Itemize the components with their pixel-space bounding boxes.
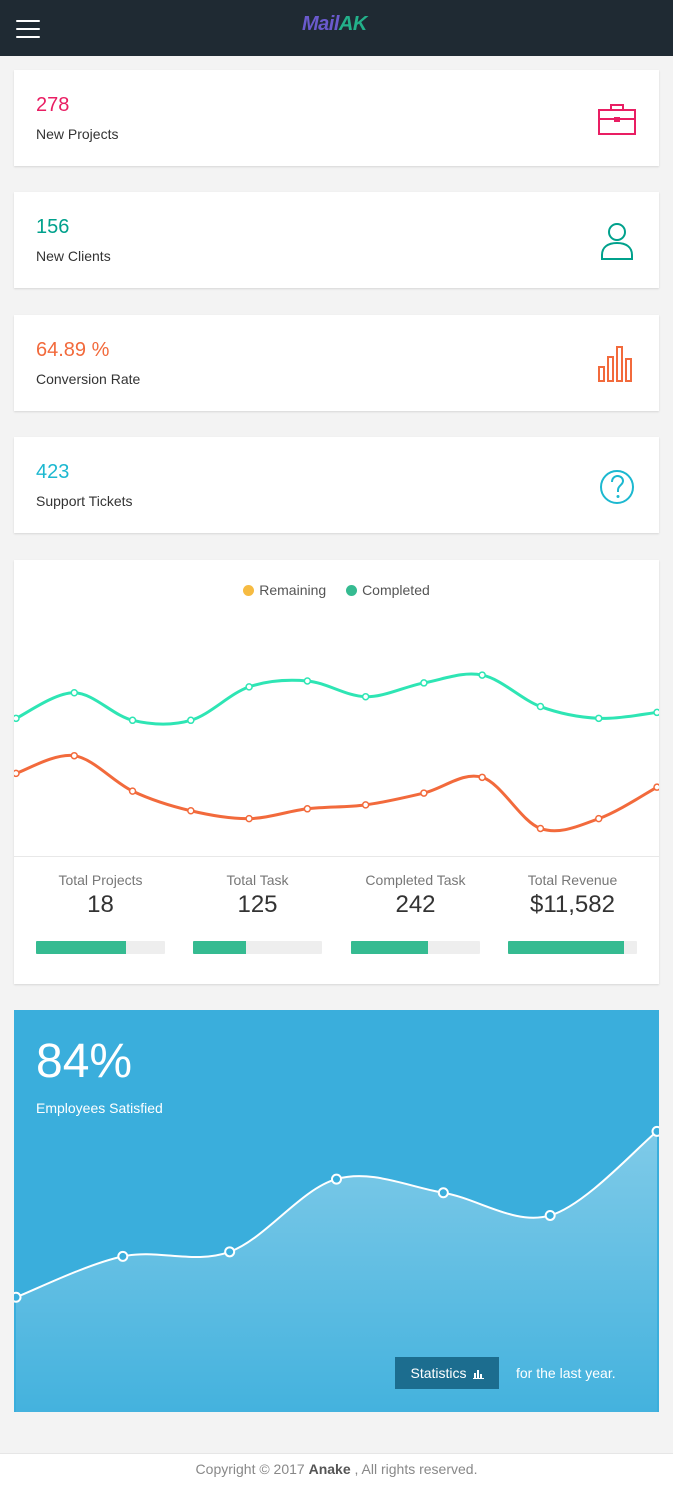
metric-label: Completed Task [365,872,466,888]
legend-dot-remaining [243,585,255,596]
legend-item-remaining[interactable]: Remaining [243,582,326,598]
stat-label: New Clients [36,248,111,264]
stat-value: 156 [36,216,70,238]
employee-satisfaction-card: 84% Employees Satisfied Statistics for t… [14,1010,659,1412]
data-point-completed[interactable] [594,714,603,723]
stat-value: 423 [36,461,70,483]
metric-value: $11,582 [530,891,615,918]
statistics-button[interactable]: Statistics [395,1357,499,1389]
data-point-completed[interactable] [361,692,370,701]
data-point-completed[interactable] [128,716,137,725]
progress-bar-total-task [193,941,322,954]
data-point-remaining[interactable] [187,807,195,815]
user-icon [601,223,633,260]
data-point-remaining[interactable] [303,805,312,813]
hamburger-menu-icon[interactable] [16,20,40,38]
area-data-point[interactable] [651,1125,660,1137]
stat-value: 64.89 % [36,339,110,361]
legend-dot-completed [346,585,358,596]
area-data-point[interactable] [117,1250,129,1262]
divider [14,856,659,857]
top-navbar: MailAK [0,0,673,56]
company-link[interactable]: Anake [309,1461,351,1477]
progress-bar-total-projects [36,941,165,954]
stat-label: Conversion Rate [36,371,141,387]
progress-fill [351,941,429,954]
metric-total-projects: Total Projects 18 [36,872,165,919]
rights-text: , All rights reserved. [354,1461,478,1477]
progress-fill [508,941,625,954]
metric-total-task: Total Task 125 [193,872,322,919]
stat-label: New Projects [36,126,119,142]
metric-value: 18 [87,891,114,918]
data-point-completed[interactable] [70,689,79,697]
data-point-completed[interactable] [478,671,486,679]
stat-value: 278 [36,94,70,116]
progress-bar-completed-task [351,941,480,954]
chart-legend: Remaining Completed [14,582,659,598]
question-circle-icon [600,470,634,504]
area-data-point[interactable] [14,1291,22,1303]
data-point-remaining[interactable] [594,814,603,823]
legend-item-completed[interactable]: Completed [346,582,430,598]
area-data-point[interactable] [544,1209,556,1221]
metric-label: Total Task [226,872,289,888]
period-text: for the last year. [516,1365,616,1381]
footer: Copyright © 2017 Anake , All rights rese… [0,1453,673,1485]
data-point-remaining[interactable] [70,751,79,760]
stat-card-support-tickets: 423 Support Tickets [14,437,659,533]
bar-chart-icon [472,1370,484,1379]
data-point-remaining[interactable] [361,801,370,809]
metric-completed-task: Completed Task 242 [351,872,480,919]
stat-card-new-projects: 278 New Projects [14,70,659,166]
data-point-remaining[interactable] [14,769,20,778]
data-point-completed[interactable] [245,683,253,691]
data-point-completed[interactable] [303,677,312,685]
stat-label: Support Tickets [36,493,133,509]
satisfaction-label: Employees Satisfied [36,1100,163,1116]
logo[interactable]: MailAK [302,13,367,36]
metric-value: 242 [395,891,436,918]
copyright-text: Copyright © 2017 [195,1461,305,1477]
project-chart-card: Remaining Completed Total Projects 18 To… [14,560,659,984]
area-data-point[interactable] [331,1173,342,1185]
metric-total-revenue: Total Revenue $11,582 [508,872,637,919]
line-chart [14,671,659,833]
data-point-remaining[interactable] [478,773,486,782]
metric-value: 125 [237,891,278,918]
metric-label: Total Revenue [527,872,618,888]
data-point-remaining[interactable] [128,787,137,795]
stat-card-conversion-rate: 64.89 % Conversion Rate [14,315,659,411]
data-point-remaining[interactable] [653,783,659,791]
data-point-completed[interactable] [536,702,545,711]
metric-label: Total Projects [58,872,143,888]
briefcase-icon [598,104,636,135]
bar-chart-icon [598,346,632,382]
series-line-completed [15,672,658,726]
data-point-completed[interactable] [420,679,428,687]
progress-bar-total-revenue [508,941,637,954]
progress-fill [36,941,127,954]
data-point-completed[interactable] [14,714,20,723]
area-data-point[interactable] [224,1246,236,1258]
area-data-point[interactable] [437,1187,449,1199]
data-point-remaining[interactable] [420,789,428,797]
stat-card-new-clients: 156 New Clients [14,192,659,288]
progress-fill [193,941,246,954]
data-point-remaining[interactable] [245,814,253,823]
data-point-completed[interactable] [653,708,659,717]
series-line-remaining [15,753,658,833]
data-point-completed[interactable] [187,716,195,725]
data-point-remaining[interactable] [536,824,545,833]
satisfaction-percent: 84% [36,1035,133,1088]
